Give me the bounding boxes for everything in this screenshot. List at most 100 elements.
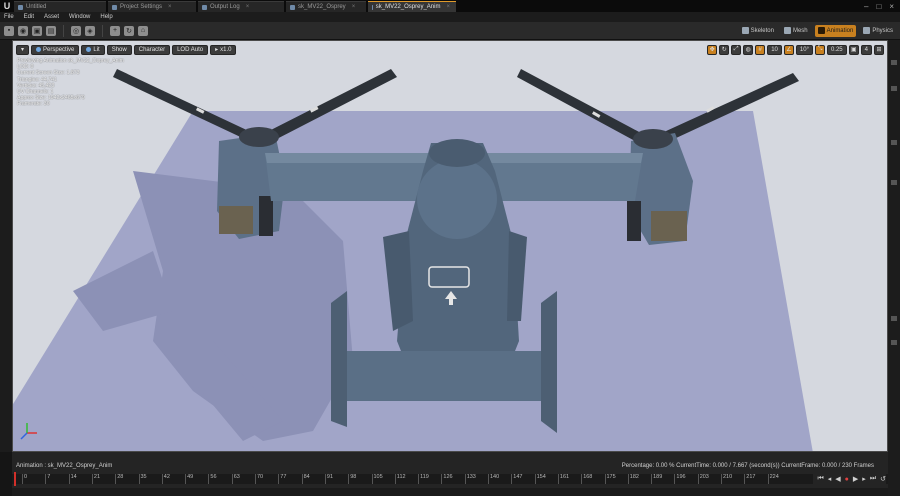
loop-icon[interactable]: ↺	[880, 475, 886, 483]
timeline-tick-label: 98	[348, 474, 356, 484]
reimport-icon[interactable]: ▤	[46, 25, 56, 36]
speed-label: x1.0	[220, 46, 232, 53]
timeline-tick-label: 119	[418, 474, 429, 484]
skip-end-icon[interactable]: ⏭	[870, 475, 876, 483]
play-icon[interactable]: ▶	[853, 475, 858, 483]
maximize-viewport-icon[interactable]: ⊞	[874, 44, 884, 55]
menu-edit[interactable]: Edit	[24, 14, 34, 20]
panel-handle[interactable]	[891, 86, 897, 91]
panel-handle[interactable]	[891, 340, 897, 345]
timeline-tick-label: 175	[604, 474, 616, 484]
save-icon[interactable]: ▪	[4, 25, 14, 36]
translate-icon[interactable]: ✥	[707, 44, 718, 55]
add-icon[interactable]: +	[110, 25, 120, 36]
lod-button[interactable]: LOD Auto	[172, 44, 209, 55]
close-window-icon[interactable]: ×	[889, 2, 894, 11]
timeline-tick-label: 140	[488, 474, 499, 484]
playback-controls: ⏮ ◂ ◀ ● ▶ ▸ ⏭ ↺	[813, 474, 886, 484]
rotation-snap-icon[interactable]: ∠	[783, 44, 794, 55]
tab-label: sk_MV22_Osprey	[298, 4, 346, 10]
menu-file[interactable]: File	[4, 14, 14, 20]
timeline-tick-label: 196	[674, 474, 686, 484]
panel-handle[interactable]	[891, 140, 897, 145]
grid-snap-value[interactable]: 10	[767, 44, 782, 55]
perspective-button[interactable]: Perspective	[31, 44, 80, 55]
close-icon[interactable]: ×	[168, 4, 172, 10]
grid-snap-icon[interactable]: #	[755, 44, 766, 55]
tab-untitled[interactable]: Untitled	[14, 1, 106, 12]
playback-speed-button[interactable]: ▸ x1.0	[210, 44, 237, 55]
viewport-scene[interactable]	[13, 41, 888, 452]
lod-label: LOD Auto	[177, 46, 204, 53]
play-speed-icon: ▸	[215, 47, 219, 53]
step-forward-icon[interactable]: ▸	[862, 475, 866, 483]
scale-snap-icon[interactable]: ⤡	[814, 44, 825, 55]
panel-handle[interactable]	[891, 180, 897, 185]
record-icon[interactable]: ◎	[71, 25, 81, 36]
tab-animation[interactable]: sk_MV22_Osprey_Anim ×	[368, 1, 456, 12]
camera-speed-icon[interactable]: ▣	[848, 44, 859, 55]
tab-output-log[interactable]: Output Log ×	[198, 1, 284, 12]
close-icon[interactable]: ×	[352, 4, 356, 10]
world-space-icon[interactable]: ◍	[743, 44, 754, 55]
character-button[interactable]: Character	[133, 44, 171, 55]
mode-skeleton-button[interactable]: Skeleton	[739, 25, 777, 37]
panel-handle[interactable]	[891, 316, 897, 321]
lit-label: Lit	[93, 46, 100, 53]
timeline-tick-label: 224	[767, 474, 779, 484]
mode-label: Physics	[872, 27, 893, 34]
scale-icon[interactable]: ⤢	[731, 44, 742, 55]
timeline-tick-label: 133	[464, 474, 476, 484]
rotate-icon[interactable]: ↻	[719, 44, 730, 55]
timeline-tick-label: 84	[301, 474, 310, 484]
timeline-tick-label: 161	[557, 474, 569, 484]
camera-speed-value[interactable]: 4	[860, 44, 872, 55]
skip-start-icon[interactable]: ⏮	[817, 475, 823, 483]
compression-icon[interactable]: ◈	[85, 25, 95, 36]
mesh-icon	[783, 27, 791, 34]
rotation-snap-value[interactable]: 10°	[795, 44, 813, 55]
timeline-tick-label: 105	[371, 474, 383, 484]
right-panel-edge[interactable]	[888, 40, 900, 496]
minimize-icon[interactable]: –	[864, 2, 868, 11]
timeline-tick-label: 14	[68, 474, 77, 484]
horizontal-stabilizer	[335, 351, 553, 401]
timeline-tick-label: 49	[185, 474, 193, 484]
left-tail-fin	[331, 291, 347, 427]
maximize-icon[interactable]: □	[876, 2, 881, 11]
mode-animation-button[interactable]: Animation	[814, 24, 857, 37]
lit-button[interactable]: Lit	[81, 44, 105, 55]
refresh-icon[interactable]: ↻	[124, 25, 134, 36]
menu-help[interactable]: Help	[100, 14, 112, 20]
unreal-logo-icon[interactable]: U	[0, 0, 14, 12]
mode-mesh-button[interactable]: Mesh	[781, 25, 811, 37]
mode-physics-button[interactable]: Physics	[860, 25, 896, 37]
main-toolbar: ▪ ◉ ▣ ▤ ◎ ◈ + ↻ ⌂ Skeleton Mesh Animatio…	[0, 22, 900, 40]
playhead[interactable]	[14, 472, 16, 486]
perspective-label: Perspective	[43, 46, 75, 53]
tab-project-settings[interactable]: Project Settings ×	[108, 1, 196, 12]
close-icon[interactable]: ×	[246, 4, 250, 10]
panel-handle[interactable]	[891, 60, 897, 65]
show-button[interactable]: Show	[106, 44, 132, 55]
tab-skeletal-mesh[interactable]: sk_MV22_Osprey ×	[286, 1, 366, 12]
home-icon[interactable]: ⌂	[138, 25, 148, 36]
record-icon[interactable]: ●	[845, 476, 849, 483]
close-icon[interactable]: ×	[446, 4, 450, 10]
animation-viewport[interactable]: ▾ Perspective Lit Show Character LOD Aut…	[12, 40, 888, 452]
physics-icon	[863, 27, 871, 34]
menu-window[interactable]: Window	[69, 14, 90, 20]
viewport-options-button[interactable]: ▾	[16, 44, 30, 55]
step-back-icon[interactable]: ◂	[828, 475, 832, 483]
scale-snap-value[interactable]: 0.25	[826, 44, 847, 55]
right-tail-fin	[541, 291, 557, 433]
play-reverse-icon[interactable]: ◀	[835, 475, 840, 483]
animation-name: Animation : sk_MV22_Osprey_Anim	[16, 463, 113, 469]
menu-asset[interactable]: Asset	[44, 14, 59, 20]
lightbulb-icon	[86, 47, 92, 52]
create-asset-icon[interactable]: ▣	[32, 25, 42, 36]
timeline-scrubber[interactable]: 0 7 14 21 28 35 42 49 56 63 70 77 84 91 98 105 112 119 126…	[12, 472, 888, 486]
menu-bar: File Edit Asset Window Help	[0, 12, 900, 22]
browse-icon[interactable]: ◉	[18, 25, 28, 36]
timeline-tick-label: 77	[278, 474, 286, 484]
